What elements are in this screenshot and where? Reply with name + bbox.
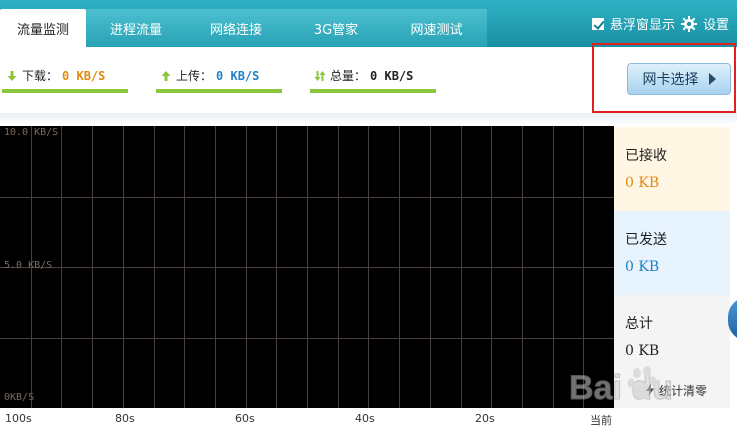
top-bar: 流量监测 进程流量 网络连接 3G管家 网速测试 悬浮窗显示 设置 bbox=[0, 0, 737, 47]
traffic-graph: 10.0 KB/S 5.0 KB/S 0KB/S bbox=[0, 126, 614, 408]
y-label-bottom: 0KB/S bbox=[4, 392, 35, 403]
total-label: 总量： bbox=[330, 69, 367, 83]
total-panel-label: 总计 bbox=[625, 316, 653, 332]
tab-process-traffic[interactable]: 进程流量 bbox=[86, 9, 186, 47]
top-right-controls: 悬浮窗显示 设置 bbox=[591, 14, 729, 33]
upload-stat: 上传： 0 KB/S bbox=[160, 67, 259, 84]
sent-label: 已发送 bbox=[625, 232, 667, 248]
x-label-80s: 80s bbox=[115, 412, 135, 425]
separator bbox=[0, 113, 737, 125]
upload-value: 0 KB/S bbox=[216, 68, 260, 83]
sent-value: 0 KB bbox=[625, 259, 660, 275]
graph-grid bbox=[0, 126, 614, 408]
upload-arrow-icon bbox=[161, 70, 171, 81]
graph-x-axis: 100s 80s 60s 40s 20s 当前 bbox=[0, 410, 614, 430]
x-label-20s: 20s bbox=[475, 412, 495, 425]
x-label-60s: 60s bbox=[235, 412, 255, 425]
nic-select-highlight: 网卡选择 bbox=[592, 43, 736, 113]
download-value: 0 KB/S bbox=[62, 68, 106, 83]
download-arrow-icon bbox=[7, 70, 17, 81]
download-stat: 下载： 0 KB/S bbox=[6, 67, 105, 84]
received-panel: 已接收 0 KB bbox=[614, 127, 730, 211]
float-window-checkbox[interactable] bbox=[591, 17, 604, 30]
gear-icon[interactable] bbox=[680, 15, 697, 32]
x-label-100s: 100s bbox=[5, 412, 32, 425]
tab-network-connections[interactable]: 网络连接 bbox=[186, 9, 286, 47]
total-value: 0 KB/S bbox=[370, 68, 414, 83]
download-label: 下载： bbox=[22, 69, 59, 83]
tab-3g-manager[interactable]: 3G管家 bbox=[286, 9, 386, 47]
caret-right-icon bbox=[708, 73, 716, 85]
sent-panel: 已发送 0 KB bbox=[614, 211, 730, 295]
total-bar bbox=[310, 89, 436, 93]
tab-traffic-monitor[interactable]: 流量监测 bbox=[0, 9, 86, 47]
received-value: 0 KB bbox=[625, 175, 660, 191]
y-label-mid: 5.0 KB/S bbox=[4, 260, 53, 271]
watermark-text: Bai du bbox=[569, 369, 673, 407]
nic-select-button[interactable]: 网卡选择 bbox=[627, 63, 731, 95]
upload-label: 上传： bbox=[176, 69, 213, 83]
tab-speed-test[interactable]: 网速测试 bbox=[386, 9, 487, 47]
x-label-40s: 40s bbox=[355, 412, 375, 425]
nic-select-label: 网卡选择 bbox=[642, 72, 699, 88]
upload-bar bbox=[156, 89, 282, 93]
y-label-top: 10.0 KB/S bbox=[4, 127, 59, 138]
total-arrows-icon bbox=[314, 70, 326, 81]
total-stat: 总量： 0 KB/S bbox=[314, 67, 413, 84]
settings-label[interactable]: 设置 bbox=[703, 14, 729, 33]
download-bar bbox=[2, 89, 128, 93]
baidu-watermark: Bai du bbox=[569, 366, 673, 408]
received-label: 已接收 bbox=[625, 148, 667, 164]
float-window-label[interactable]: 悬浮窗显示 bbox=[610, 14, 675, 33]
